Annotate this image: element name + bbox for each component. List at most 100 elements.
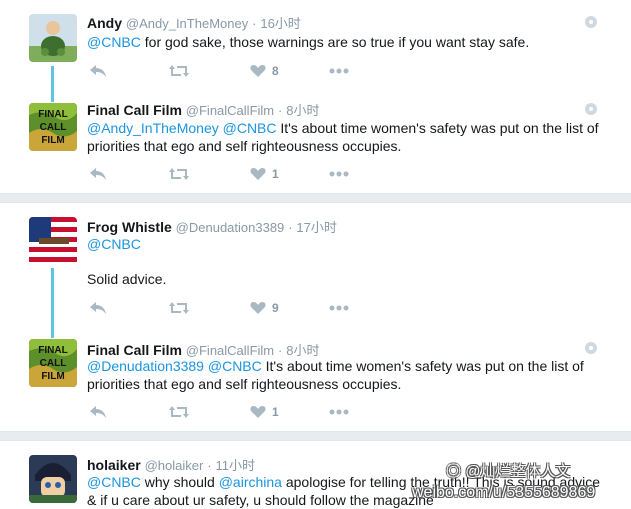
tweet[interactable]: Frog Whistle @Denudation3389 · 17小时 @CNB…	[0, 203, 631, 336]
username[interactable]: @FinalCallFilm	[186, 343, 274, 358]
retweet-icon	[169, 65, 189, 77]
conversation-1: Andy @Andy_InTheMoney · 16小时 @CNBC for g…	[0, 0, 631, 193]
separator-dot: ·	[278, 103, 283, 118]
tweet-header: Andy @Andy_InTheMoney · 16小时	[87, 13, 301, 32]
more-menu-icon[interactable]	[585, 103, 597, 115]
like-button[interactable]: 1	[250, 402, 279, 422]
more-dots-icon	[329, 68, 349, 74]
more-actions-button[interactable]	[329, 164, 349, 184]
tweet-text-line2: Solid advice.	[87, 271, 167, 287]
avatar[interactable]	[29, 217, 77, 265]
like-button[interactable]: 1	[250, 164, 279, 184]
reply-button[interactable]	[89, 164, 107, 184]
mention-link[interactable]: @Denudation3389	[87, 358, 204, 374]
retweet-button[interactable]	[168, 402, 190, 422]
more-actions-button[interactable]	[329, 61, 349, 81]
more-menu-icon[interactable]	[585, 16, 597, 28]
conversation-separator	[0, 431, 631, 441]
reply-icon	[90, 168, 106, 180]
heart-icon	[250, 406, 266, 418]
timestamp[interactable]: 8小时	[286, 343, 319, 358]
tweet-text: @Andy_InTheMoney @CNBC It's about time w…	[87, 119, 607, 155]
display-name[interactable]: Andy	[87, 15, 122, 31]
tweet-text: @CNBC	[87, 235, 607, 253]
more-actions-button[interactable]	[329, 298, 349, 318]
reply-icon	[90, 302, 106, 314]
more-actions-button[interactable]	[329, 402, 349, 422]
avatar-label-line3: FILM	[41, 371, 64, 382]
weibo-watermark-url: weibo.com/u/5355689869	[412, 484, 596, 501]
heart-icon	[250, 302, 266, 314]
heart-icon	[250, 65, 266, 77]
more-dots-icon	[329, 171, 349, 177]
username[interactable]: @FinalCallFilm	[186, 103, 274, 118]
conversation-separator	[0, 193, 631, 203]
reply-button[interactable]	[89, 298, 107, 318]
separator-dot: ·	[207, 458, 212, 473]
retweet-button[interactable]	[168, 298, 190, 318]
avatar[interactable]	[29, 455, 77, 503]
tweet[interactable]: Andy @Andy_InTheMoney · 16小时 @CNBC for g…	[0, 0, 631, 100]
reply-icon	[90, 406, 106, 418]
mention-link[interactable]: @CNBC	[87, 236, 141, 252]
retweet-button[interactable]	[168, 164, 190, 184]
like-button[interactable]: 9	[250, 298, 279, 318]
mention-link[interactable]: @Andy_InTheMoney	[87, 120, 219, 136]
tweet[interactable]: FINAL CALL FILM Final Call Film @FinalCa…	[0, 336, 631, 431]
display-name[interactable]: Final Call Film	[87, 342, 182, 358]
mention-link[interactable]: @airchina	[219, 474, 282, 490]
tweet[interactable]: FINAL CALL FILM Final Call Film @FinalCa…	[0, 100, 631, 193]
avatar-label-line1: FINAL	[38, 345, 67, 356]
more-menu-icon[interactable]	[585, 342, 597, 354]
mention-link[interactable]: @CNBC	[208, 358, 262, 374]
display-name[interactable]: Frog Whistle	[87, 219, 172, 235]
avatar-label-line1: FINAL	[38, 109, 67, 120]
timestamp[interactable]: 8小时	[286, 103, 319, 118]
like-count: 1	[272, 167, 279, 181]
weibo-watermark: ◎ @灿烂整体人文	[446, 460, 570, 481]
tweet-text-segment: for god sake, those warnings are so true…	[140, 34, 530, 50]
like-count: 9	[272, 301, 279, 315]
like-count: 8	[272, 64, 279, 78]
mention-link[interactable]: @CNBC	[223, 120, 277, 136]
tweet-text-segment: why should	[140, 474, 219, 490]
watermark-line1: @灿烂整体人文	[465, 463, 571, 480]
display-name[interactable]: holaiker	[87, 457, 141, 473]
separator-dot: ·	[252, 16, 257, 31]
separator-dot: ·	[288, 220, 293, 235]
retweet-icon	[169, 406, 189, 418]
avatar[interactable]: FINAL CALL FILM	[29, 339, 77, 387]
heart-icon	[250, 168, 266, 180]
username[interactable]: @Denudation3389	[176, 220, 285, 235]
display-name[interactable]: Final Call Film	[87, 102, 182, 118]
weibo-logo-icon: ◎	[446, 463, 462, 480]
avatar-label-line2: CALL	[40, 122, 67, 133]
mention-link[interactable]: @CNBC	[87, 34, 141, 50]
tweet-text: @Denudation3389 @CNBC It's about time wo…	[87, 357, 607, 393]
separator-dot: ·	[278, 343, 283, 358]
reply-icon	[90, 65, 106, 77]
retweet-icon	[169, 168, 189, 180]
reply-button[interactable]	[89, 402, 107, 422]
username[interactable]: @holaiker	[145, 458, 204, 473]
avatar[interactable]: FINAL CALL FILM	[29, 103, 77, 151]
tweet-header: Final Call Film @FinalCallFilm · 8小时	[87, 100, 319, 119]
tweet-text: @CNBC for god sake, those warnings are s…	[87, 33, 607, 51]
username[interactable]: @Andy_InTheMoney	[126, 16, 248, 31]
like-count: 1	[272, 405, 279, 419]
avatar[interactable]	[29, 14, 77, 62]
retweet-button[interactable]	[168, 61, 190, 81]
reply-button[interactable]	[89, 61, 107, 81]
more-dots-icon	[329, 305, 349, 311]
timestamp[interactable]: 11小时	[215, 458, 255, 473]
avatar-label-line2: CALL	[40, 358, 67, 369]
conversation-2: Frog Whistle @Denudation3389 · 17小时 @CNB…	[0, 203, 631, 431]
timestamp[interactable]: 16小时	[260, 16, 300, 31]
tweet-header: holaiker @holaiker · 11小时	[87, 455, 255, 474]
mention-link[interactable]: @CNBC	[87, 474, 141, 490]
more-dots-icon	[329, 409, 349, 415]
retweet-icon	[169, 302, 189, 314]
like-button[interactable]: 8	[250, 61, 279, 81]
avatar-label-line3: FILM	[41, 135, 64, 146]
timestamp[interactable]: 17小时	[296, 220, 336, 235]
